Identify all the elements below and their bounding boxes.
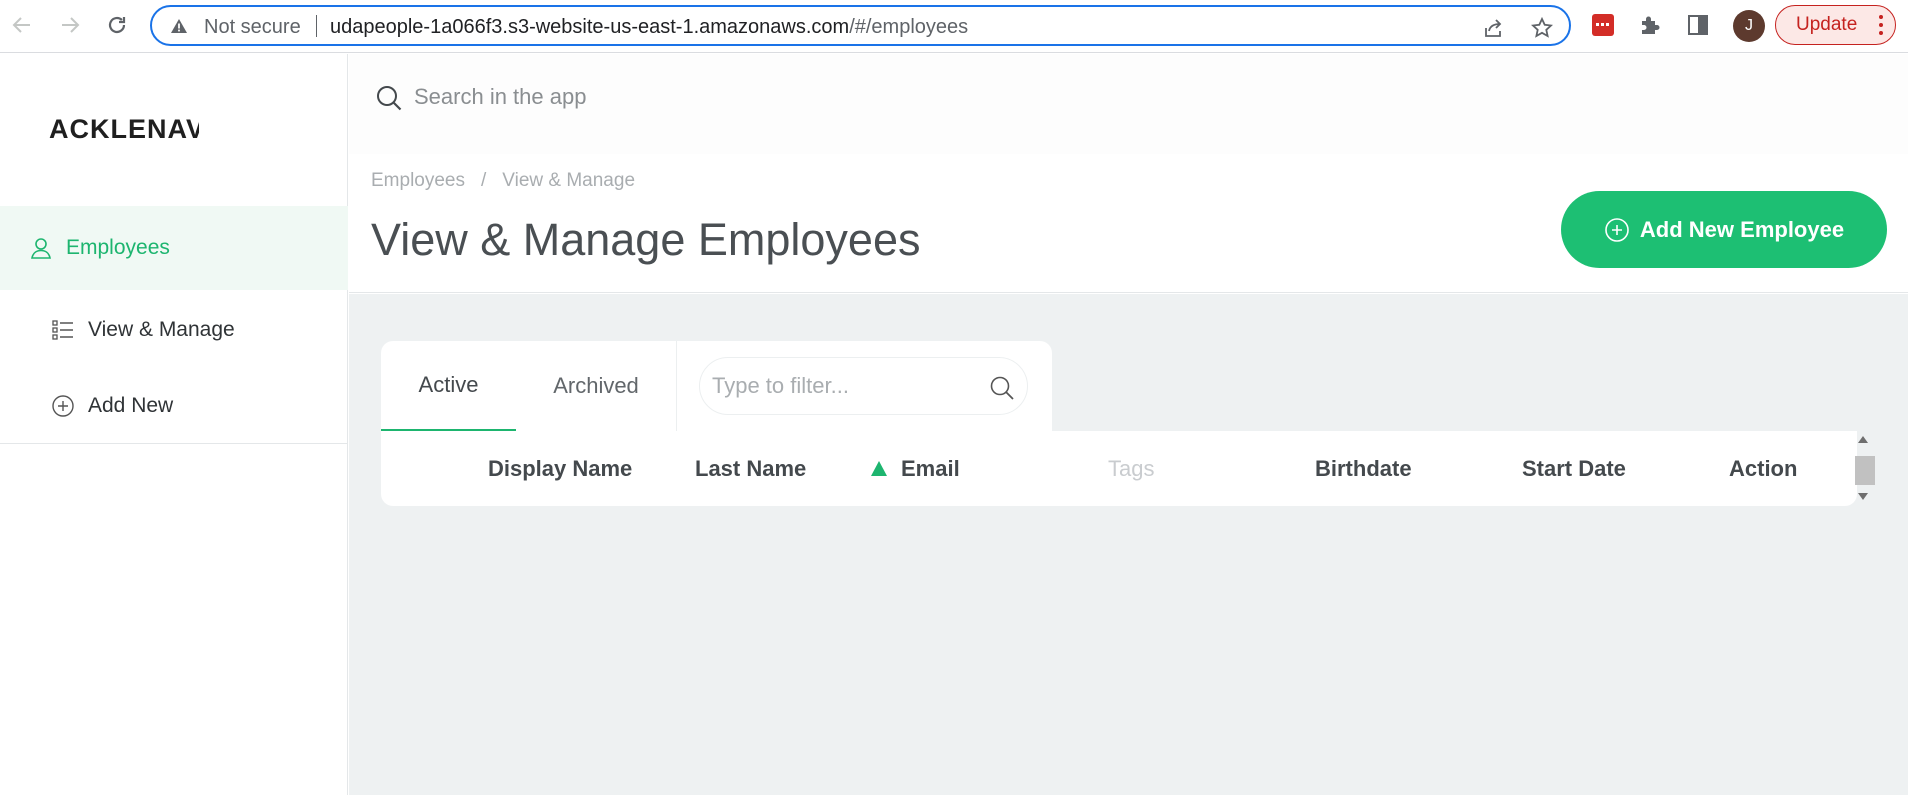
user-icon bbox=[28, 235, 54, 261]
filter-box bbox=[699, 357, 1028, 415]
sidebar: ACKLENAVENUE Employees View & Manage Add… bbox=[0, 54, 348, 795]
search-icon[interactable] bbox=[375, 84, 403, 117]
scroll-up-arrow-icon[interactable] bbox=[1858, 436, 1868, 443]
page-header: Employees / View & Manage View & Manage Em… bbox=[349, 154, 1908, 293]
sidebar-item-label: Employees bbox=[66, 236, 170, 259]
url-path: /#/employees bbox=[849, 16, 969, 38]
breadcrumb: Employees / View & Manage bbox=[371, 170, 635, 192]
tab-label: Active bbox=[418, 372, 479, 397]
url-host: udapeople-1a066f3.s3-website-us-east-1.a… bbox=[330, 16, 850, 38]
tab-active[interactable]: Active bbox=[381, 341, 516, 431]
side-panel-icon[interactable] bbox=[1685, 12, 1711, 38]
plus-circle-icon bbox=[1604, 217, 1630, 243]
column-header-birthdate[interactable]: Birthdate bbox=[1315, 456, 1412, 482]
share-icon[interactable] bbox=[1482, 16, 1506, 40]
address-bar[interactable]: Not secure udapeople-1a066f3.s3-website-… bbox=[150, 5, 1571, 46]
list-icon bbox=[50, 317, 76, 343]
search-icon[interactable] bbox=[989, 375, 1015, 406]
update-button[interactable]: Update bbox=[1775, 5, 1896, 45]
update-label: Update bbox=[1796, 14, 1858, 35]
password-manager-icon[interactable] bbox=[1590, 12, 1616, 38]
column-header-last-name[interactable]: Last Name bbox=[695, 456, 806, 482]
filter-input[interactable] bbox=[712, 372, 972, 400]
extensions-puzzle-icon[interactable] bbox=[1637, 12, 1663, 38]
page-title: View & Manage Employees bbox=[371, 214, 921, 265]
scrollbar-thumb[interactable] bbox=[1855, 456, 1875, 485]
sidebar-item-label: Add New bbox=[88, 394, 174, 417]
forward-arrow-icon[interactable] bbox=[55, 10, 85, 40]
star-icon[interactable] bbox=[1530, 16, 1554, 40]
reload-icon[interactable] bbox=[102, 10, 132, 40]
company-logo[interactable]: ACKLENAVENUE bbox=[49, 114, 199, 145]
breadcrumb-item-employees[interactable]: Employees bbox=[371, 170, 465, 191]
sort-ascending-icon[interactable] bbox=[871, 461, 887, 476]
sidebar-item-label: View & Manage bbox=[88, 318, 235, 341]
sidebar-item-employees[interactable]: Employees bbox=[0, 206, 348, 290]
sidebar-item-add-new[interactable]: Add New bbox=[0, 364, 348, 448]
url-text[interactable]: udapeople-1a066f3.s3-website-us-east-1.a… bbox=[330, 16, 968, 39]
column-header-start-date[interactable]: Start Date bbox=[1522, 456, 1626, 482]
scroll-down-arrow-icon[interactable] bbox=[1858, 493, 1868, 500]
address-separator bbox=[316, 15, 317, 37]
sidebar-divider bbox=[0, 443, 348, 444]
tab-archived[interactable]: Archived bbox=[516, 341, 676, 431]
app-search-bar: Search in the app bbox=[349, 54, 1908, 154]
column-header-email[interactable]: Email bbox=[901, 456, 960, 482]
table-scrollbar[interactable] bbox=[1852, 431, 1876, 506]
content-area: Active Archived Display Name Last Name E… bbox=[349, 294, 1908, 795]
breadcrumb-item-view-manage[interactable]: View & Manage bbox=[502, 170, 635, 191]
profile-avatar[interactable]: J bbox=[1733, 10, 1765, 42]
back-arrow-icon[interactable] bbox=[7, 10, 37, 40]
kebab-menu-icon[interactable] bbox=[1879, 15, 1883, 35]
plus-circle-icon bbox=[50, 393, 76, 419]
column-header-tags: Tags bbox=[1108, 456, 1155, 481]
breadcrumb-separator: / bbox=[481, 170, 487, 191]
column-header-action: Action bbox=[1729, 456, 1798, 481]
browser-toolbar: Not secure udapeople-1a066f3.s3-website-… bbox=[0, 0, 1908, 53]
table-toolbar: Active Archived bbox=[381, 341, 1052, 431]
add-new-employee-label: Add New Employee bbox=[1639, 216, 1845, 242]
toolbar-divider bbox=[676, 341, 677, 431]
app-search-input[interactable]: Search in the app bbox=[414, 84, 586, 110]
tab-label: Archived bbox=[553, 373, 639, 398]
security-label[interactable]: Not secure bbox=[204, 16, 301, 39]
sidebar-item-view-manage[interactable]: View & Manage bbox=[0, 288, 348, 372]
column-header-display-name[interactable]: Display Name bbox=[488, 456, 632, 482]
table-header-row: Display Name Last Name Email Tags Birthd… bbox=[381, 431, 1857, 506]
warning-icon[interactable] bbox=[170, 18, 188, 39]
add-new-employee-button[interactable]: Add New Employee bbox=[1561, 191, 1887, 268]
